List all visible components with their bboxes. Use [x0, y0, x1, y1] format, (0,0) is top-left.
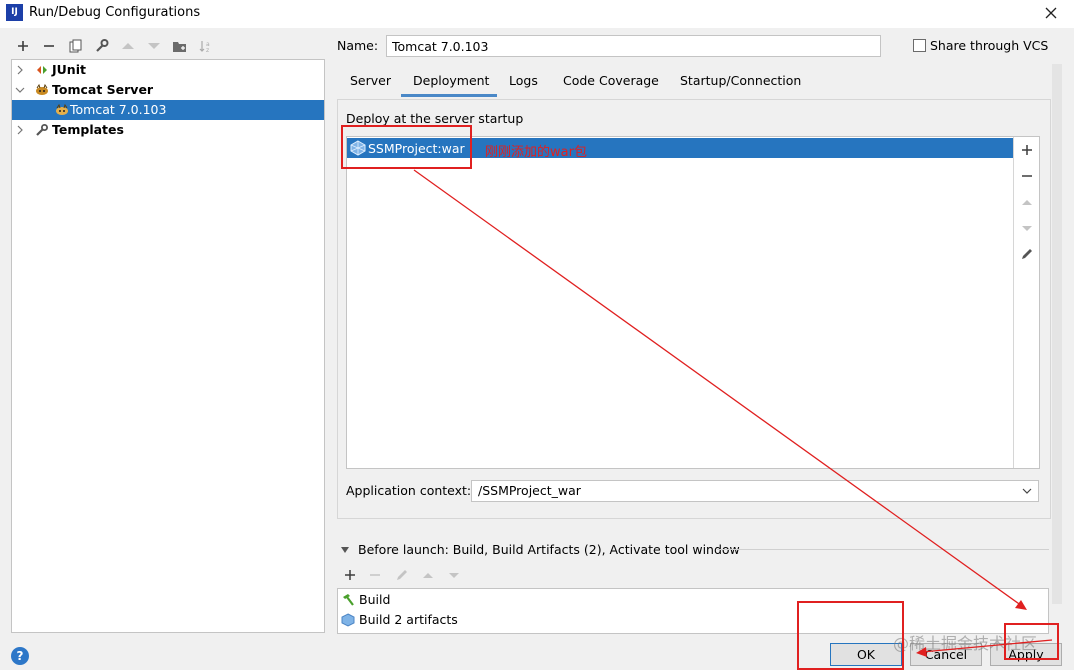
deploy-section-label: Deploy at the server startup — [346, 111, 524, 126]
collapse-triangle-icon[interactable] — [340, 545, 350, 555]
annotation-text: 刚刚添加的war包 — [485, 145, 587, 160]
move-down-icon[interactable] — [145, 38, 163, 54]
tree-item-junit[interactable]: JUnit — [12, 60, 324, 80]
remove-icon[interactable] — [1019, 168, 1035, 184]
application-context-select[interactable]: /SSMProject_war — [471, 480, 1039, 502]
add-icon[interactable] — [1019, 142, 1035, 158]
window-title: Run/Debug Configurations — [29, 5, 201, 20]
tree-item-label: JUnit — [52, 62, 86, 77]
share-vcs-label[interactable]: Share through VCS — [930, 38, 1048, 53]
add-icon[interactable] — [342, 567, 358, 583]
list-item-label: Build — [359, 592, 391, 607]
move-up-icon[interactable] — [119, 38, 137, 54]
deploy-artifact-item[interactable]: SSMProject:war — [347, 138, 1013, 158]
tree-item-tomcat-server[interactable]: Tomcat Server — [12, 80, 324, 100]
tomcat-icon — [54, 104, 70, 116]
active-tab-indicator — [401, 94, 497, 97]
before-launch-label[interactable]: Before launch: Build, Build Artifacts (2… — [358, 542, 740, 557]
chevron-down-icon[interactable] — [15, 85, 25, 95]
intellij-app-icon: IJ — [6, 4, 23, 21]
tree-item-templates[interactable]: Templates — [12, 120, 324, 140]
chevron-right-icon[interactable] — [15, 65, 25, 75]
name-label: Name: — [337, 38, 379, 53]
junit-icon — [36, 64, 48, 76]
share-vcs-checkbox[interactable] — [913, 39, 926, 52]
hammer-icon — [341, 593, 355, 607]
copy-icon[interactable] — [67, 38, 85, 54]
separator-line — [717, 549, 1049, 550]
move-down-icon[interactable] — [446, 567, 462, 583]
list-divider — [1013, 137, 1014, 468]
artifact-icon — [350, 140, 366, 156]
tree-item-label: Tomcat 7.0.103 — [70, 102, 167, 117]
move-down-icon[interactable] — [1019, 220, 1035, 236]
chevron-down-icon[interactable] — [1021, 485, 1033, 497]
remove-icon[interactable] — [41, 38, 59, 54]
application-context-label: Application context: — [346, 483, 472, 498]
move-up-icon[interactable] — [1019, 194, 1035, 210]
artifact-label: SSMProject:war — [368, 141, 465, 156]
wrench-icon[interactable] — [93, 38, 111, 54]
ok-button[interactable]: OK — [830, 643, 902, 666]
before-launch-list[interactable]: Build Build 2 artifacts — [337, 588, 1049, 634]
artifact-icon — [341, 613, 355, 627]
configuration-tree[interactable]: JUnit Tomcat Server Tomcat 7.0.103 Templ… — [11, 59, 325, 633]
name-input[interactable] — [386, 35, 881, 57]
help-icon[interactable]: ? — [11, 647, 29, 665]
add-icon[interactable] — [15, 38, 33, 54]
svg-text:z: z — [206, 47, 209, 54]
tree-item-tomcat-7[interactable]: Tomcat 7.0.103 — [12, 100, 324, 120]
tree-item-label: Tomcat Server — [52, 82, 154, 97]
tree-item-label: Templates — [52, 122, 124, 137]
tab-server[interactable]: Server — [350, 73, 391, 88]
wrench-icon — [35, 123, 49, 137]
tab-code-coverage[interactable]: Code Coverage — [563, 73, 659, 88]
close-icon[interactable] — [1040, 2, 1062, 24]
tab-startup-connection[interactable]: Startup/Connection — [680, 73, 801, 88]
list-item[interactable]: Build 2 artifacts — [338, 610, 1048, 630]
tab-logs[interactable]: Logs — [509, 73, 538, 88]
edit-icon[interactable] — [394, 567, 410, 583]
edit-icon[interactable] — [1019, 246, 1035, 262]
move-up-icon[interactable] — [420, 567, 436, 583]
new-folder-icon[interactable] — [171, 38, 189, 54]
list-item-label: Build 2 artifacts — [359, 612, 458, 627]
deploy-artifact-list[interactable] — [346, 136, 1040, 469]
remove-icon[interactable] — [367, 567, 383, 583]
list-item[interactable]: Build — [338, 590, 1048, 610]
sort-icon[interactable]: az — [197, 38, 215, 54]
tomcat-icon — [34, 83, 50, 97]
watermark-text: @稀土掘金技术社区 — [893, 634, 1038, 653]
tab-deployment[interactable]: Deployment — [413, 73, 489, 88]
vertical-scrollbar[interactable] — [1052, 64, 1062, 604]
chevron-right-icon[interactable] — [15, 125, 25, 135]
